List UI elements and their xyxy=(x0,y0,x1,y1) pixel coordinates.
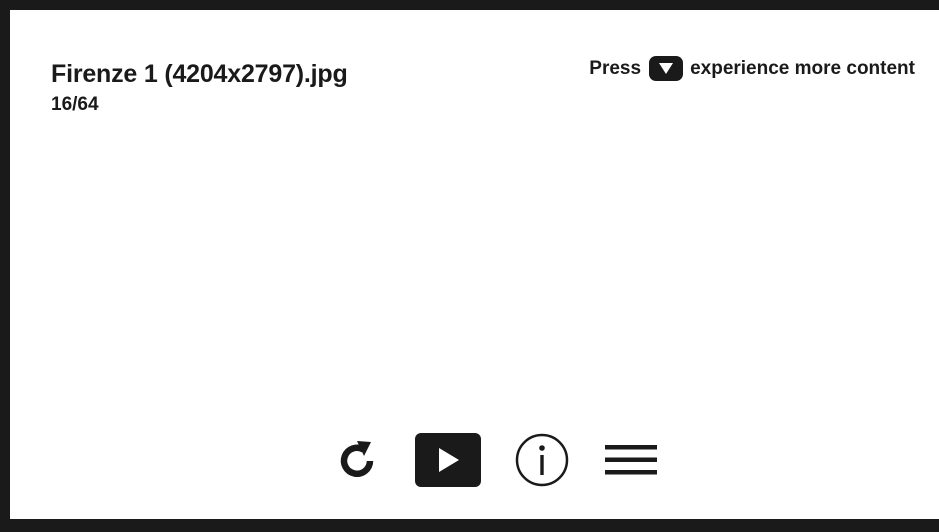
menu-icon xyxy=(605,445,657,475)
hint-prefix: Press xyxy=(589,57,642,79)
refresh-button[interactable] xyxy=(333,430,383,490)
info-button[interactable] xyxy=(511,430,573,490)
refresh-icon xyxy=(340,441,374,477)
down-arrow-key-icon xyxy=(649,56,684,81)
file-name: Firenze 1 (4204x2797).jpg xyxy=(51,60,348,88)
photo-viewer-screen: Firenze 1 (4204x2797).jpg 16/64 Press ex… xyxy=(10,10,939,519)
photo-counter: 16/64 xyxy=(51,94,99,115)
hint-suffix: experience more content xyxy=(690,57,915,79)
playback-controls xyxy=(333,430,663,490)
more-content-hint: Press experience more content xyxy=(589,56,915,81)
info-icon xyxy=(515,433,569,487)
slideshow-play-button[interactable] xyxy=(413,430,483,490)
menu-button[interactable] xyxy=(601,430,661,490)
play-icon xyxy=(415,433,481,487)
